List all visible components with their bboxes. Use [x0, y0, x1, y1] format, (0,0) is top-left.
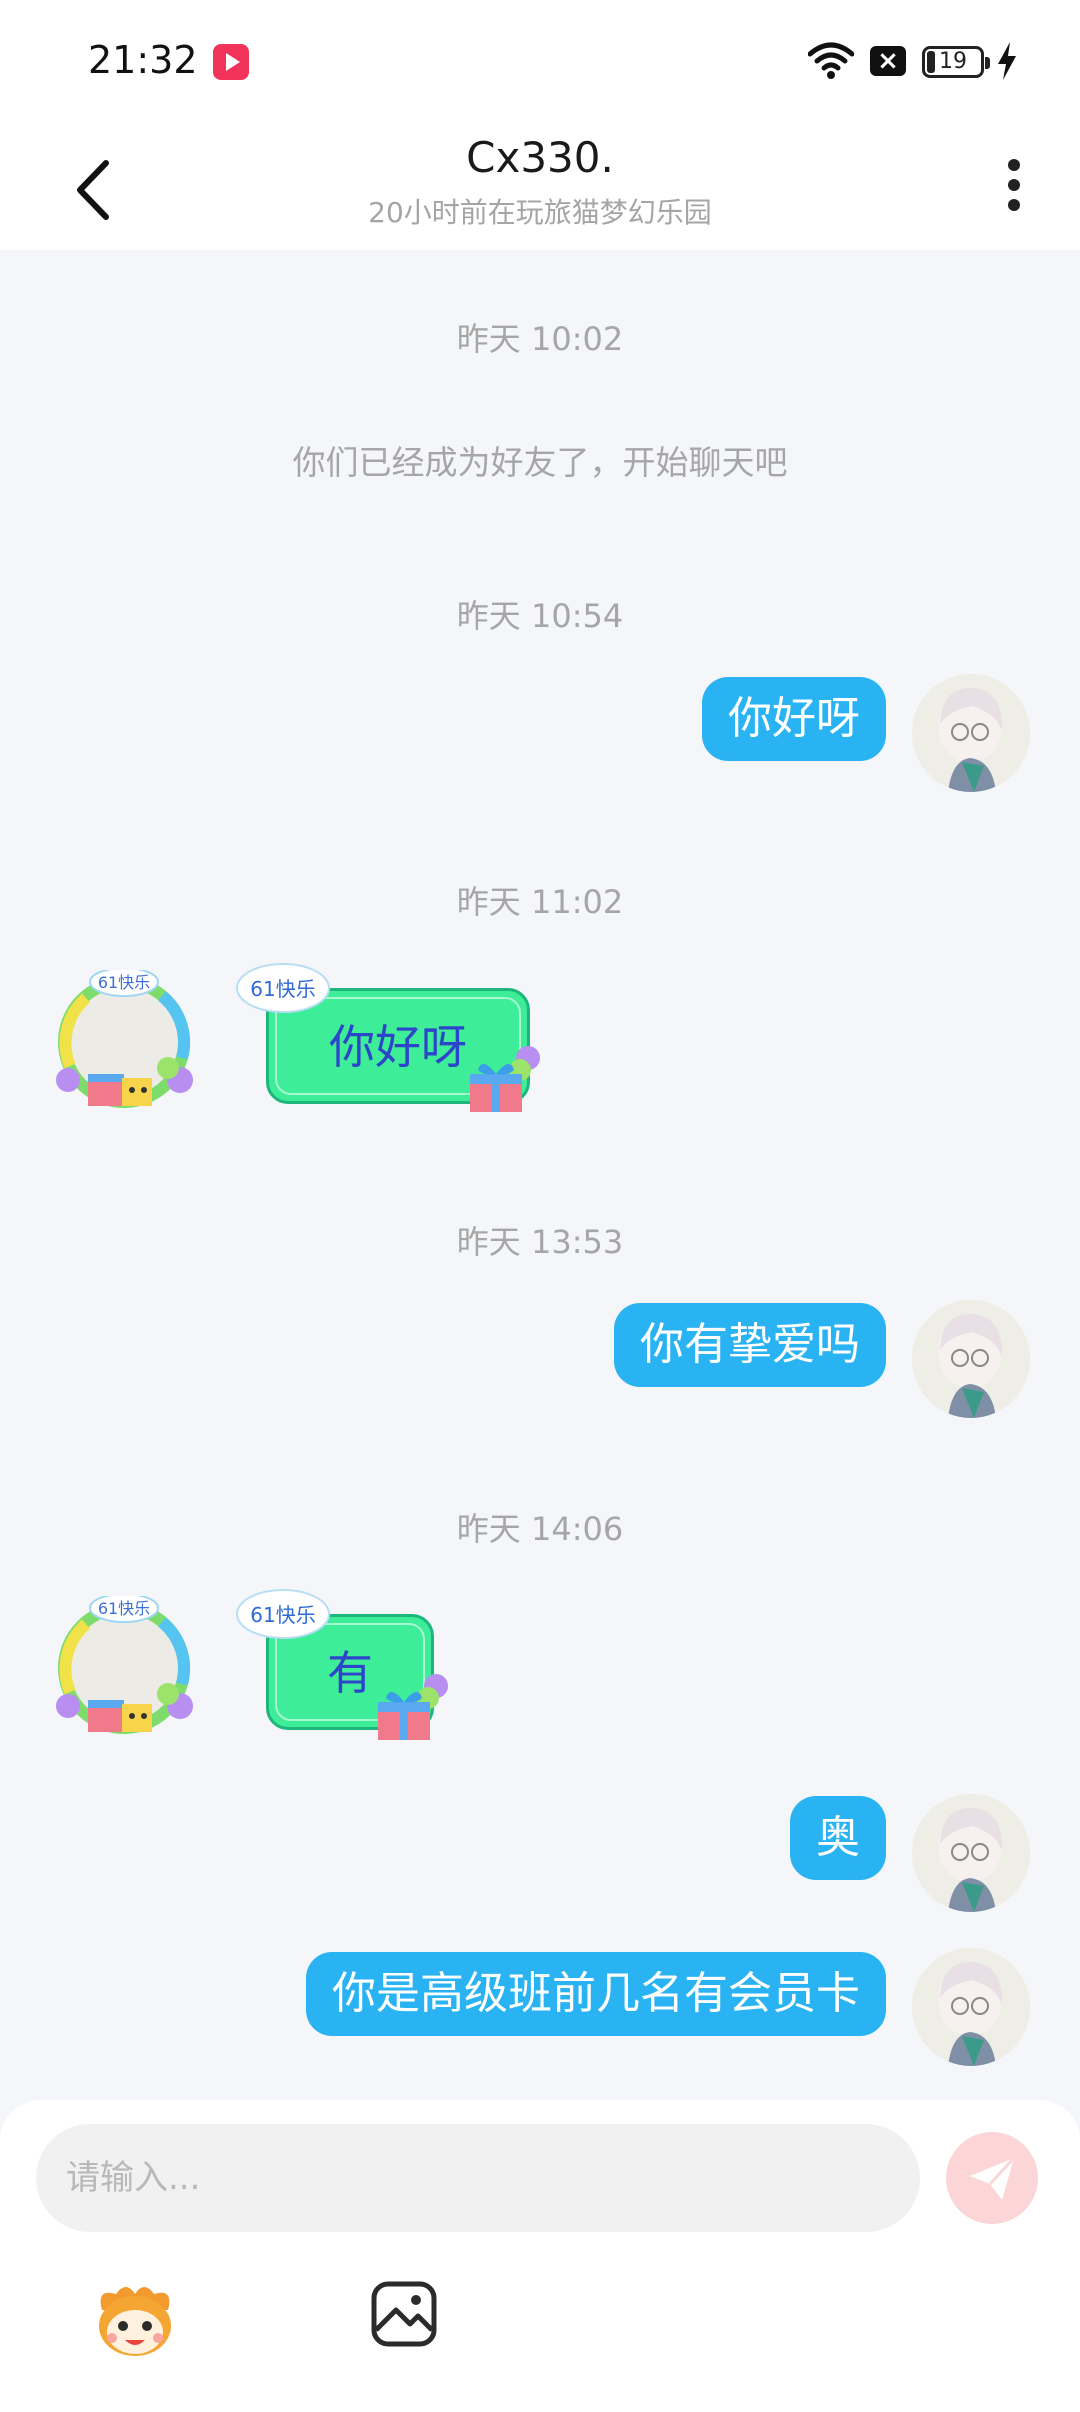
- app-notification-icon: [213, 44, 249, 80]
- send-icon: [970, 2156, 1016, 2200]
- gift-icon: [378, 1674, 448, 1740]
- battery-level: 19: [939, 49, 967, 74]
- message-input[interactable]: [36, 2124, 920, 2232]
- timestamp: 昨天 10:54: [456, 597, 624, 635]
- timestamp: 昨天 14:06: [456, 1510, 624, 1548]
- chat-title: Cx330.: [466, 133, 614, 182]
- incoming-sticker[interactable]: 有 61快乐: [234, 1586, 460, 1740]
- timestamp: 昨天 10:02: [456, 320, 624, 358]
- wifi-icon: [808, 42, 854, 79]
- chat-messages[interactable]: 昨天 10:02 你们已经成为好友了，开始聊天吧 昨天 10:54 你好呀 昨天…: [0, 250, 1080, 2100]
- system-message: 你们已经成为好友了，开始聊天吧: [292, 443, 788, 482]
- chat-header: Cx330. 20小时前在玩旅猫梦幻乐园: [0, 125, 1080, 250]
- composer: [0, 2100, 1080, 2412]
- sticker-tag-badge: 61快乐: [236, 1589, 330, 1639]
- friend-avatar[interactable]: 61快乐: [56, 970, 206, 1120]
- my-avatar[interactable]: [912, 1300, 1030, 1418]
- image-icon[interactable]: [370, 2280, 438, 2348]
- status-bar: 21:32 × 19: [0, 0, 1080, 125]
- status-time: 21:32: [88, 38, 198, 82]
- sticker-tag: 61快乐: [98, 1599, 150, 1618]
- sticker-tag: 61快乐: [98, 973, 150, 992]
- outgoing-message[interactable]: 你好呀: [702, 677, 886, 761]
- my-avatar[interactable]: [912, 1794, 1030, 1912]
- charging-icon: [998, 42, 1016, 80]
- my-avatar[interactable]: [912, 674, 1030, 792]
- battery-icon: 19: [922, 46, 990, 78]
- incoming-sticker[interactable]: 你好呀 61快乐: [234, 960, 554, 1112]
- chat-subtitle: 20小时前在玩旅猫梦幻乐园: [368, 196, 712, 229]
- timestamp: 昨天 11:02: [456, 883, 624, 921]
- sticker-tag: 61快乐: [250, 977, 315, 1001]
- sticker-tag-badge: 61快乐: [236, 963, 330, 1013]
- gift-icon: [470, 1046, 540, 1112]
- outgoing-message[interactable]: 你是高级班前几名有会员卡: [306, 1952, 886, 2036]
- timestamp: 昨天 13:53: [456, 1223, 624, 1261]
- no-sim-icon: ×: [870, 46, 906, 76]
- outgoing-message[interactable]: 奥: [790, 1796, 886, 1880]
- sticker-tag: 61快乐: [250, 1603, 315, 1627]
- send-button[interactable]: [946, 2132, 1038, 2224]
- my-avatar[interactable]: [912, 1948, 1030, 2066]
- friend-avatar[interactable]: 61快乐: [56, 1596, 206, 1746]
- outgoing-message[interactable]: 你有挚爱吗: [614, 1303, 886, 1387]
- more-icon[interactable]: [996, 153, 1032, 217]
- emoji-icon[interactable]: [92, 2280, 178, 2360]
